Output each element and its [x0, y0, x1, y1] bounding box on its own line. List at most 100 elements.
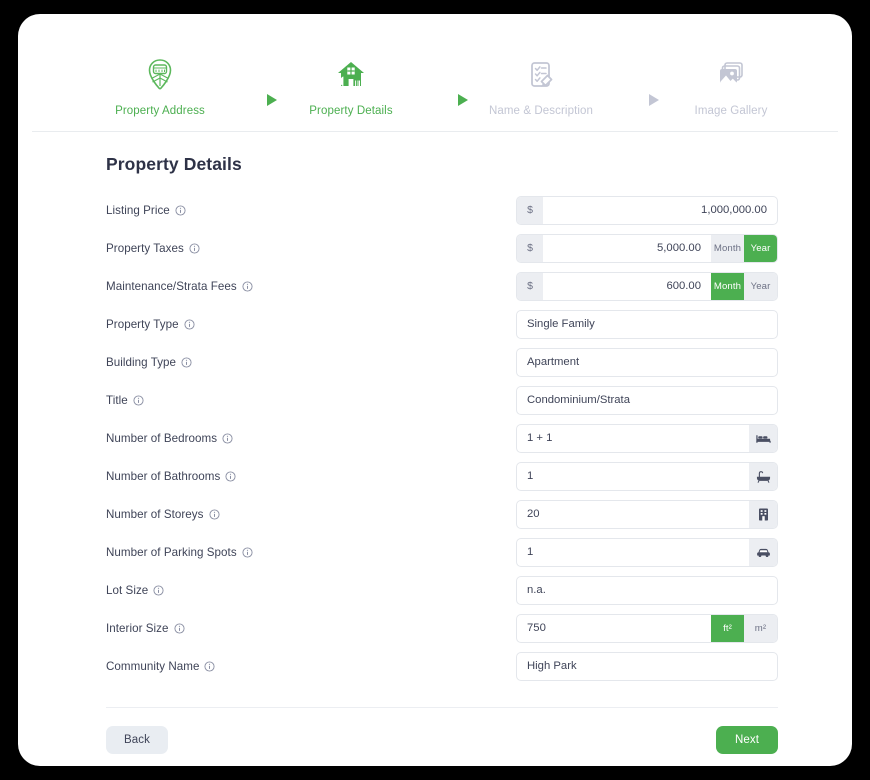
- label-text: Lot Size: [106, 583, 149, 597]
- info-icon[interactable]: [204, 660, 216, 672]
- property-type-field[interactable]: [516, 309, 778, 339]
- wizard-footer: Back Next: [106, 707, 778, 754]
- form-row-title: Title: [106, 381, 778, 419]
- bathrooms-input[interactable]: [517, 462, 749, 490]
- next-button[interactable]: Next: [716, 726, 778, 754]
- toggle-month[interactable]: Month: [711, 272, 744, 300]
- form-row-community-name: Community Name: [106, 647, 778, 685]
- toggle-month[interactable]: Month: [711, 234, 744, 262]
- community-name-field[interactable]: [516, 651, 778, 681]
- info-icon[interactable]: [181, 356, 192, 368]
- label-text: Community Name: [106, 659, 200, 673]
- progress-stepper: Property Address Property Details Name &…: [32, 14, 838, 132]
- form-row-storeys: Number of Storeys: [106, 495, 778, 533]
- currency-prefix: $: [517, 272, 543, 300]
- bedrooms-input[interactable]: [517, 424, 749, 452]
- page-title: Property Details: [106, 154, 242, 174]
- label-text: Property Type: [106, 317, 179, 331]
- form-row-lot-size: Lot Size: [106, 571, 778, 609]
- info-icon[interactable]: [225, 470, 236, 482]
- info-icon[interactable]: [222, 432, 233, 444]
- building-type-field[interactable]: [516, 347, 778, 377]
- field-label: Maintenance/Strata Fees: [106, 280, 516, 293]
- building-icon: [749, 500, 777, 528]
- info-icon[interactable]: [173, 622, 185, 634]
- info-icon[interactable]: [208, 508, 220, 520]
- form-row-property-taxes: Property Taxes $ Month Year: [106, 229, 778, 267]
- community-name-input[interactable]: [517, 652, 777, 680]
- form-row-parking-spots: Number of Parking Spots: [106, 533, 778, 571]
- form-row-property-type: Property Type: [106, 305, 778, 343]
- image-gallery-icon: [651, 54, 811, 96]
- field-label: Community Name: [106, 660, 516, 673]
- step-label: Name & Description: [488, 105, 594, 117]
- step-property-details[interactable]: Property Details: [271, 54, 431, 117]
- label-text: Listing Price: [106, 203, 170, 217]
- lot-size-field[interactable]: [516, 575, 778, 605]
- parking-spots-input[interactable]: [517, 538, 749, 566]
- field-label: Property Type: [106, 318, 516, 331]
- label-text: Number of Storeys: [106, 507, 204, 521]
- label-text: Number of Bathrooms: [106, 469, 221, 483]
- form-row-listing-price: Listing Price $: [106, 191, 778, 229]
- field-label: Building Type: [106, 356, 516, 369]
- field-label: Number of Bathrooms: [106, 470, 516, 483]
- step-image-gallery[interactable]: Image Gallery: [651, 54, 811, 117]
- form-row-interior-size: Interior Size ft² m²: [106, 609, 778, 647]
- building-type-input[interactable]: [517, 348, 777, 376]
- car-icon: [749, 538, 777, 566]
- storeys-input[interactable]: [517, 500, 749, 528]
- interior-size-input[interactable]: [517, 614, 711, 642]
- bedrooms-field[interactable]: [516, 423, 778, 453]
- field-label: Number of Storeys: [106, 508, 516, 521]
- wizard-card: Property Address Property Details Name &…: [18, 14, 852, 766]
- info-icon[interactable]: [153, 584, 164, 596]
- maintenance-fees-field[interactable]: $ Month Year: [516, 271, 778, 301]
- label-text: Property Taxes: [106, 241, 184, 255]
- checklist-pencil-icon: [461, 54, 621, 96]
- field-label: Listing Price: [106, 204, 516, 217]
- form-row-building-type: Building Type: [106, 343, 778, 381]
- field-label: Number of Parking Spots: [106, 546, 516, 559]
- back-button[interactable]: Back: [106, 726, 168, 754]
- currency-prefix: $: [517, 196, 543, 224]
- listing-price-field[interactable]: $: [516, 195, 778, 225]
- lot-size-input[interactable]: [517, 576, 777, 604]
- house-icon: [271, 54, 431, 96]
- step-name-description[interactable]: Name & Description: [461, 54, 621, 117]
- label-text: Building Type: [106, 355, 177, 369]
- property-taxes-field[interactable]: $ Month Year: [516, 233, 778, 263]
- label-text: Maintenance/Strata Fees: [106, 279, 237, 293]
- label-text: Interior Size: [106, 621, 169, 635]
- property-taxes-input[interactable]: [543, 234, 711, 262]
- property-type-input[interactable]: [517, 310, 777, 338]
- toggle-sqft[interactable]: ft²: [711, 614, 744, 642]
- info-icon[interactable]: [242, 546, 253, 558]
- field-label: Property Taxes: [106, 242, 516, 255]
- field-label: Title: [106, 394, 516, 407]
- property-details-form: Property Details Listing Price $ Propert…: [18, 132, 852, 685]
- info-icon[interactable]: [175, 204, 186, 216]
- toggle-year[interactable]: Year: [744, 272, 777, 300]
- listing-price-input[interactable]: [543, 196, 777, 224]
- toggle-sqm[interactable]: m²: [744, 614, 777, 642]
- title-input[interactable]: [517, 386, 777, 414]
- field-label: Lot Size: [106, 584, 516, 597]
- storeys-field[interactable]: [516, 499, 778, 529]
- form-row-bedrooms: Number of Bedrooms: [106, 419, 778, 457]
- maintenance-fees-input[interactable]: [543, 272, 711, 300]
- info-icon[interactable]: [189, 242, 200, 254]
- label-text: Title: [106, 393, 128, 407]
- info-icon[interactable]: [133, 394, 144, 406]
- info-icon[interactable]: [184, 318, 195, 330]
- bathrooms-field[interactable]: [516, 461, 778, 491]
- bathtub-icon: [749, 462, 777, 490]
- parking-spots-field[interactable]: [516, 537, 778, 567]
- field-label: Number of Bedrooms: [106, 432, 516, 445]
- interior-size-field[interactable]: ft² m²: [516, 613, 778, 643]
- info-icon[interactable]: [242, 280, 253, 292]
- form-row-bathrooms: Number of Bathrooms: [106, 457, 778, 495]
- toggle-year[interactable]: Year: [744, 234, 777, 262]
- title-field[interactable]: [516, 385, 778, 415]
- step-property-address[interactable]: Property Address: [80, 54, 240, 117]
